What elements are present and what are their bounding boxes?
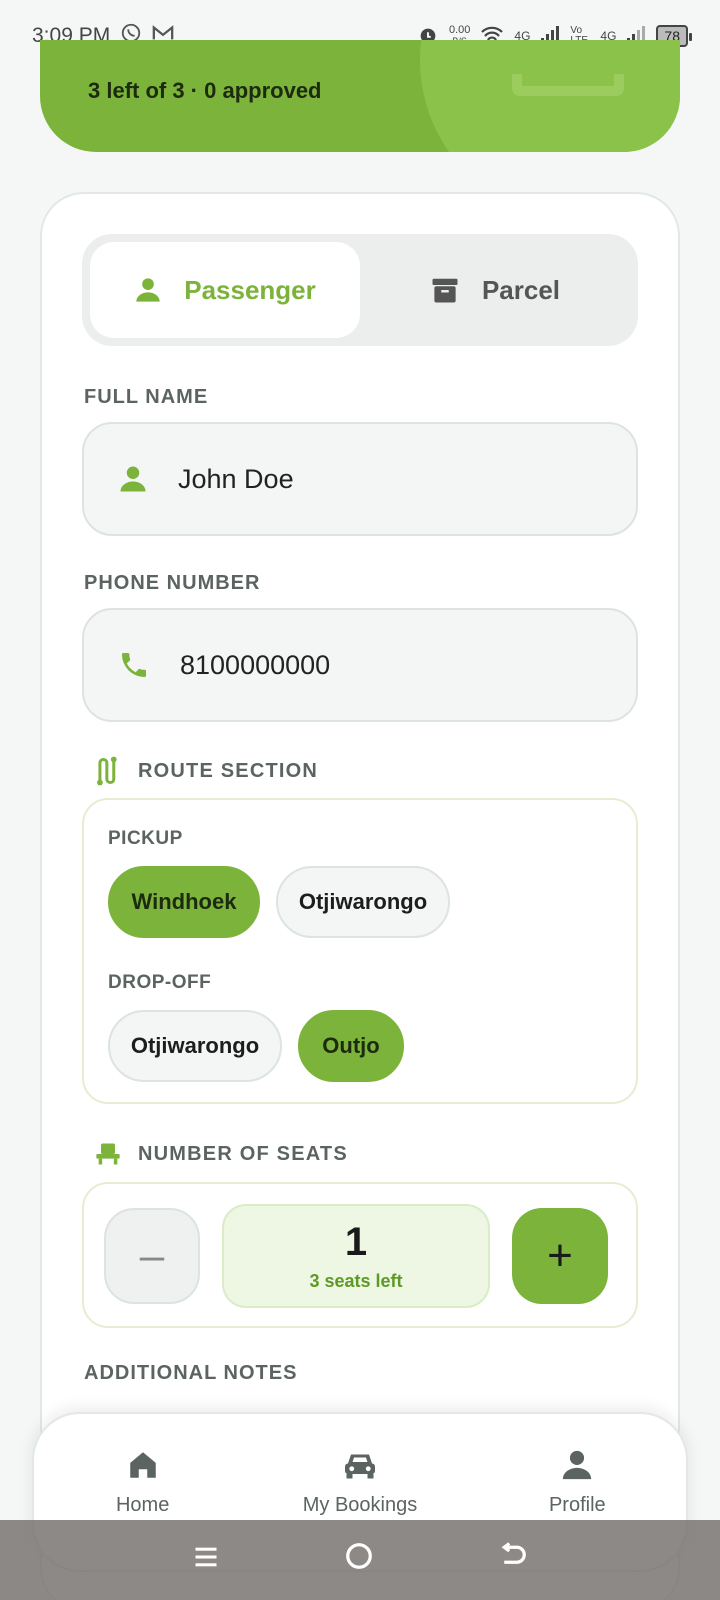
decrease-seats-button[interactable]: – bbox=[104, 1208, 200, 1304]
home-circle-icon[interactable] bbox=[344, 1541, 374, 1580]
person-icon bbox=[560, 1448, 594, 1482]
pickup-chip-windhoek[interactable]: Windhoek bbox=[108, 866, 260, 938]
nav-profile-label: Profile bbox=[548, 1494, 606, 1516]
full-name-value: John Doe bbox=[178, 463, 294, 494]
booking-type-toggle: Passenger Parcel bbox=[82, 234, 638, 346]
route-icon bbox=[94, 756, 122, 786]
route-section-heading: ROUTE SECTION bbox=[94, 756, 318, 786]
decorative-circle bbox=[420, 40, 680, 152]
increase-seats-button[interactable]: + bbox=[512, 1208, 608, 1304]
dropoff-label: DROP-OFF bbox=[108, 972, 212, 993]
car-icon bbox=[342, 1448, 378, 1482]
seats-section-title: NUMBER OF SEATS bbox=[138, 1142, 348, 1165]
tab-parcel-label: Parcel bbox=[481, 274, 561, 305]
route-section-title: ROUTE SECTION bbox=[138, 759, 319, 782]
route-section-box: PICKUP Windhoek Otjiwarongo DROP-OFF Otj… bbox=[82, 798, 638, 1104]
seat-illustration-icon bbox=[512, 74, 624, 96]
tab-passenger-label: Passenger bbox=[184, 274, 316, 305]
dropoff-chip-otjiwarongo[interactable]: Otjiwarongo bbox=[108, 1010, 282, 1082]
phone-number-label: PHONE NUMBER bbox=[84, 572, 261, 594]
phone-icon bbox=[118, 649, 150, 681]
home-icon bbox=[126, 1448, 160, 1482]
availability-summary: 3 left of 3 · 0 approved bbox=[88, 78, 322, 103]
tab-parcel[interactable]: Parcel bbox=[360, 242, 630, 338]
person-icon bbox=[118, 464, 148, 494]
booking-form-card: Passenger Parcel FULL NAME John Doe PHON… bbox=[40, 192, 680, 1600]
tab-passenger[interactable]: Passenger bbox=[90, 242, 360, 338]
full-name-field[interactable]: John Doe bbox=[82, 422, 638, 536]
archive-box-icon bbox=[430, 275, 460, 305]
phone-number-value: 8100000000 bbox=[180, 649, 331, 680]
additional-notes-label: ADDITIONAL NOTES bbox=[84, 1362, 298, 1384]
seats-count-display: 1 3 seats left bbox=[222, 1204, 490, 1308]
pickup-label: PICKUP bbox=[108, 828, 183, 849]
seats-count: 1 bbox=[344, 1220, 368, 1264]
recents-menu-icon[interactable] bbox=[192, 1541, 220, 1580]
seats-stepper-box: – 1 3 seats left + bbox=[82, 1182, 638, 1328]
trip-summary-banner: 3 left of 3 · 0 approved bbox=[40, 40, 680, 152]
pickup-chip-otjiwarongo[interactable]: Otjiwarongo bbox=[276, 866, 450, 938]
back-icon[interactable] bbox=[498, 1541, 528, 1580]
seats-section-heading: NUMBER OF SEATS bbox=[94, 1140, 348, 1168]
person-icon bbox=[134, 276, 162, 304]
phone-number-field[interactable]: 8100000000 bbox=[82, 608, 638, 722]
full-name-label: FULL NAME bbox=[84, 386, 209, 408]
system-navigation-bar bbox=[0, 1520, 720, 1600]
nav-home-label: Home bbox=[115, 1494, 170, 1516]
dropoff-chip-outjo[interactable]: Outjo bbox=[298, 1010, 404, 1082]
seat-icon bbox=[94, 1140, 122, 1168]
seats-left-text: 3 seats left bbox=[309, 1271, 403, 1291]
nav-my-bookings-label: My Bookings bbox=[302, 1494, 418, 1516]
